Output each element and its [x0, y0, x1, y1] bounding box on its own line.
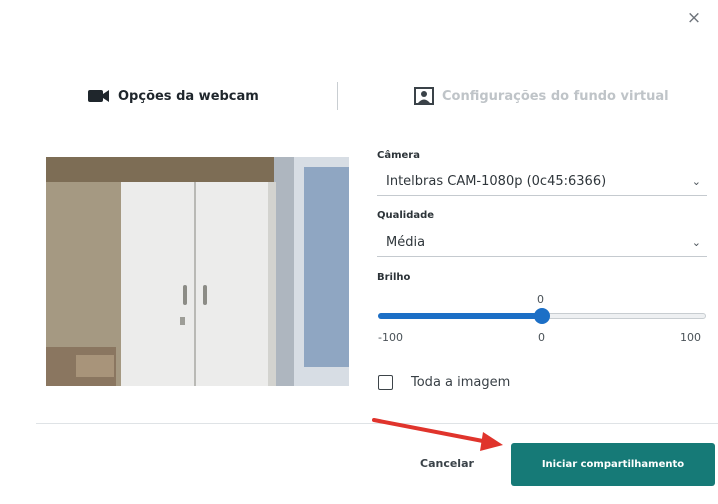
brightness-min: -100: [378, 331, 403, 344]
tab-separator: [337, 82, 338, 110]
chevron-down-icon: ⌄: [691, 175, 701, 188]
camera-label: Câmera: [377, 150, 420, 161]
cancel-button[interactable]: Cancelar: [420, 457, 474, 470]
chevron-down-icon: ⌄: [691, 236, 701, 249]
brightness-max: 100: [680, 331, 701, 344]
brightness-current-value: 0: [537, 293, 544, 306]
annotation-arrow-icon: [372, 418, 503, 451]
slider-fill: [378, 313, 542, 319]
close-icon[interactable]: ×: [684, 8, 704, 28]
tab-label: Configurações do fundo virtual: [442, 88, 669, 104]
brightness-mid: 0: [538, 331, 545, 344]
camera-select[interactable]: Intelbras CAM-1080p (0c45:6366) ⌄: [377, 168, 707, 196]
webcam-preview: [46, 157, 349, 386]
tab-virtual-background[interactable]: Configurações do fundo virtual: [414, 85, 669, 107]
brightness-slider[interactable]: [378, 308, 706, 324]
camera-value: Intelbras CAM-1080p (0c45:6366): [386, 174, 607, 189]
virtual-background-icon: [414, 87, 434, 105]
quality-label: Qualidade: [377, 210, 435, 221]
brightness-label: Brilho: [377, 272, 411, 283]
quality-value: Média: [386, 235, 426, 250]
full-image-checkbox[interactable]: [378, 375, 393, 390]
full-image-label: Toda a imagem: [411, 375, 511, 390]
slider-thumb[interactable]: [534, 308, 550, 324]
start-sharing-button[interactable]: Iniciar compartilhamento: [511, 443, 715, 486]
tab-webcam-options[interactable]: Opções da webcam: [88, 85, 259, 107]
quality-select[interactable]: Média ⌄: [377, 229, 707, 257]
tab-label: Opções da webcam: [118, 88, 259, 104]
video-camera-icon: [88, 90, 109, 102]
